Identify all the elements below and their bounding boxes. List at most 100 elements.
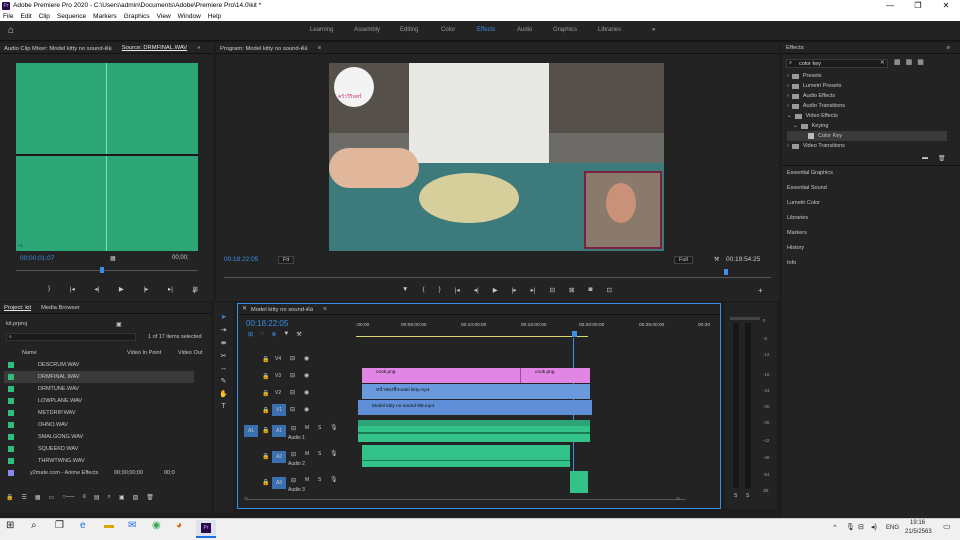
- list-item[interactable]: y2mate.com - Anime Effects 00;00;00;00 00;…: [4, 467, 194, 479]
- delete-icon[interactable]: 🗑: [146, 494, 154, 504]
- panel-markers[interactable]: Markers: [787, 230, 957, 236]
- microphone-icon[interactable]: 🎙: [330, 424, 338, 431]
- list-item-selected[interactable]: DRMFINAL.WAV: [4, 371, 194, 383]
- track-header-a1[interactable]: A1 🔒 A1 ⊟ M S 🎙 Audio 1: [242, 420, 354, 444]
- menu-graphics[interactable]: Graphics: [124, 13, 150, 20]
- solo-button[interactable]: S: [318, 425, 321, 431]
- close-icon[interactable]: ✕: [932, 0, 960, 11]
- effects-search-field[interactable]: ⌕ color key ✕: [786, 59, 888, 68]
- ripple-edit-tool-icon[interactable]: ⇼: [221, 339, 227, 347]
- 32bit-effects-icon[interactable]: ▦: [906, 58, 913, 66]
- project-search-input[interactable]: ⌕: [6, 333, 136, 341]
- expand-icon[interactable]: ›: [787, 83, 789, 89]
- sync-icon[interactable]: ⊟: [291, 425, 296, 432]
- accelerated-effects-icon[interactable]: ▦: [894, 58, 901, 66]
- clock-date[interactable]: 21/5/2563: [905, 529, 932, 535]
- column-name[interactable]: Name: [22, 350, 37, 356]
- step-forward-icon-2[interactable]: |▸: [512, 286, 517, 296]
- menu-clip[interactable]: Clip: [39, 13, 50, 20]
- new-folder-icon[interactable]: ▬: [922, 155, 928, 161]
- list-item[interactable]: THRWTWNG.WAV: [4, 455, 194, 467]
- search-icon[interactable]: ⌕: [31, 520, 37, 531]
- menu-window[interactable]: Window: [178, 13, 201, 20]
- play-icon-2[interactable]: ▶: [493, 286, 498, 296]
- clock-time[interactable]: 19:16: [910, 520, 925, 526]
- mute-button[interactable]: M: [305, 477, 309, 483]
- tab-audio-clip-mixer[interactable]: Audio Clip Mixer: Model kitty no sound-ต…: [4, 43, 112, 53]
- camera-icon[interactable]: ◙: [589, 286, 593, 296]
- workspace-effects[interactable]: Effects: [477, 27, 495, 33]
- workspace-learning[interactable]: Learning: [310, 27, 333, 33]
- work-area-bar[interactable]: [356, 336, 588, 337]
- home-icon[interactable]: ⌂: [8, 25, 14, 36]
- quality-dropdown[interactable]: Full: [674, 256, 693, 264]
- menu-file[interactable]: File: [3, 13, 13, 20]
- lift-icon[interactable]: ⊟: [550, 286, 555, 296]
- lock-icon[interactable]: 🔒: [262, 390, 269, 397]
- panel-essential-sound[interactable]: Essential Sound: [787, 185, 957, 191]
- tab-project[interactable]: Project: kit: [4, 305, 31, 311]
- pen-tool-icon[interactable]: ✎: [221, 377, 227, 385]
- panel-info[interactable]: Info: [787, 260, 957, 266]
- sync-icon[interactable]: ⊟: [290, 355, 295, 362]
- list-item[interactable]: METDRIP.WAV: [4, 407, 194, 419]
- clip-a1[interactable]: [358, 420, 590, 442]
- notifications-icon[interactable]: ▭: [943, 522, 951, 531]
- premiere-taskbar-button[interactable]: Pr: [196, 520, 216, 538]
- chrome-icon[interactable]: ◉: [152, 520, 161, 531]
- mark-out-icon-2[interactable]: }: [439, 286, 441, 296]
- tree-item-audio-effects[interactable]: › Audio Effects: [787, 91, 947, 101]
- clip-v3-cook[interactable]: cook.png: [362, 368, 520, 383]
- microphone-icon[interactable]: 🎙: [330, 450, 338, 457]
- list-item[interactable]: OHNO.WAV: [4, 419, 194, 431]
- tree-item-lumetri-presets[interactable]: › Lumetri Presets: [787, 81, 947, 91]
- firefox-icon[interactable]: ◕: [176, 520, 182, 531]
- add-button-icon-2[interactable]: +: [758, 286, 763, 295]
- nest-icon[interactable]: ⊞: [248, 331, 253, 338]
- sync-icon[interactable]: ⊟: [291, 451, 296, 458]
- menu-view[interactable]: View: [157, 13, 171, 20]
- sync-icon[interactable]: ⊟: [290, 406, 295, 413]
- lock-icon[interactable]: 🔒: [262, 407, 269, 414]
- type-tool-icon[interactable]: T: [221, 403, 225, 410]
- workspace-assembly[interactable]: Assembly: [354, 27, 380, 33]
- sequence-title[interactable]: Model kitty no sound-ต่อ: [251, 304, 313, 314]
- solo-button[interactable]: S: [318, 477, 321, 483]
- linked-selection-icon[interactable]: ⊗: [271, 331, 276, 338]
- panel-history[interactable]: History: [787, 245, 957, 251]
- timeline-settings-icon[interactable]: ⚒: [296, 331, 301, 338]
- file-explorer-icon[interactable]: ▬: [104, 520, 114, 531]
- clip-v2[interactable]: หน้าสองที่model kitty.mp4: [362, 384, 590, 399]
- source-playhead-handle[interactable]: [100, 267, 104, 273]
- track-header-v2[interactable]: 🔒 V2 ⊟ ◉: [242, 386, 354, 401]
- workspace-editing[interactable]: Editing: [400, 27, 418, 33]
- yuv-effects-icon[interactable]: ▦: [917, 58, 924, 66]
- maximize-icon[interactable]: ❐: [904, 0, 932, 11]
- timeline-menu-icon[interactable]: ≡: [323, 306, 326, 312]
- workspace-color[interactable]: Color: [441, 27, 455, 33]
- selection-tool-icon[interactable]: ➤: [221, 313, 227, 321]
- icon-view-icon[interactable]: ▦: [35, 494, 41, 504]
- step-back-icon[interactable]: ◂|: [94, 285, 99, 295]
- scroll-handle-right[interactable]: ○: [676, 496, 680, 502]
- find-icon[interactable]: ⌕: [108, 494, 111, 504]
- automate-icon[interactable]: ▤: [94, 494, 100, 504]
- timeline-timecode[interactable]: 00:18:22:05: [246, 319, 288, 328]
- sort-icon[interactable]: ≡: [82, 494, 86, 504]
- go-to-in-icon[interactable]: |◂: [70, 285, 75, 295]
- go-to-out-icon-2[interactable]: ▸|: [531, 286, 536, 296]
- lock-icon[interactable]: 🔒: [262, 427, 269, 434]
- tree-item-presets[interactable]: › Presets: [787, 71, 947, 81]
- panel-expand-icon[interactable]: »: [197, 45, 200, 51]
- step-forward-icon[interactable]: |▸: [143, 285, 148, 295]
- list-view-icon[interactable]: ☰: [21, 494, 26, 504]
- track-header-a2[interactable]: 🔒 A2 ⊟ M S 🎙 Audio 2: [242, 446, 354, 470]
- compare-icon[interactable]: ⊡: [606, 286, 611, 296]
- eye-icon[interactable]: ◉: [304, 406, 309, 413]
- program-playhead-handle[interactable]: [724, 269, 728, 275]
- source-zoom-icon[interactable]: ▦: [110, 255, 116, 262]
- column-out-point[interactable]: Video Out: [178, 350, 202, 356]
- lock-icon[interactable]: 🔒: [6, 494, 13, 504]
- add-button-icon[interactable]: +: [192, 287, 197, 296]
- panel-libraries[interactable]: Libraries: [787, 215, 957, 221]
